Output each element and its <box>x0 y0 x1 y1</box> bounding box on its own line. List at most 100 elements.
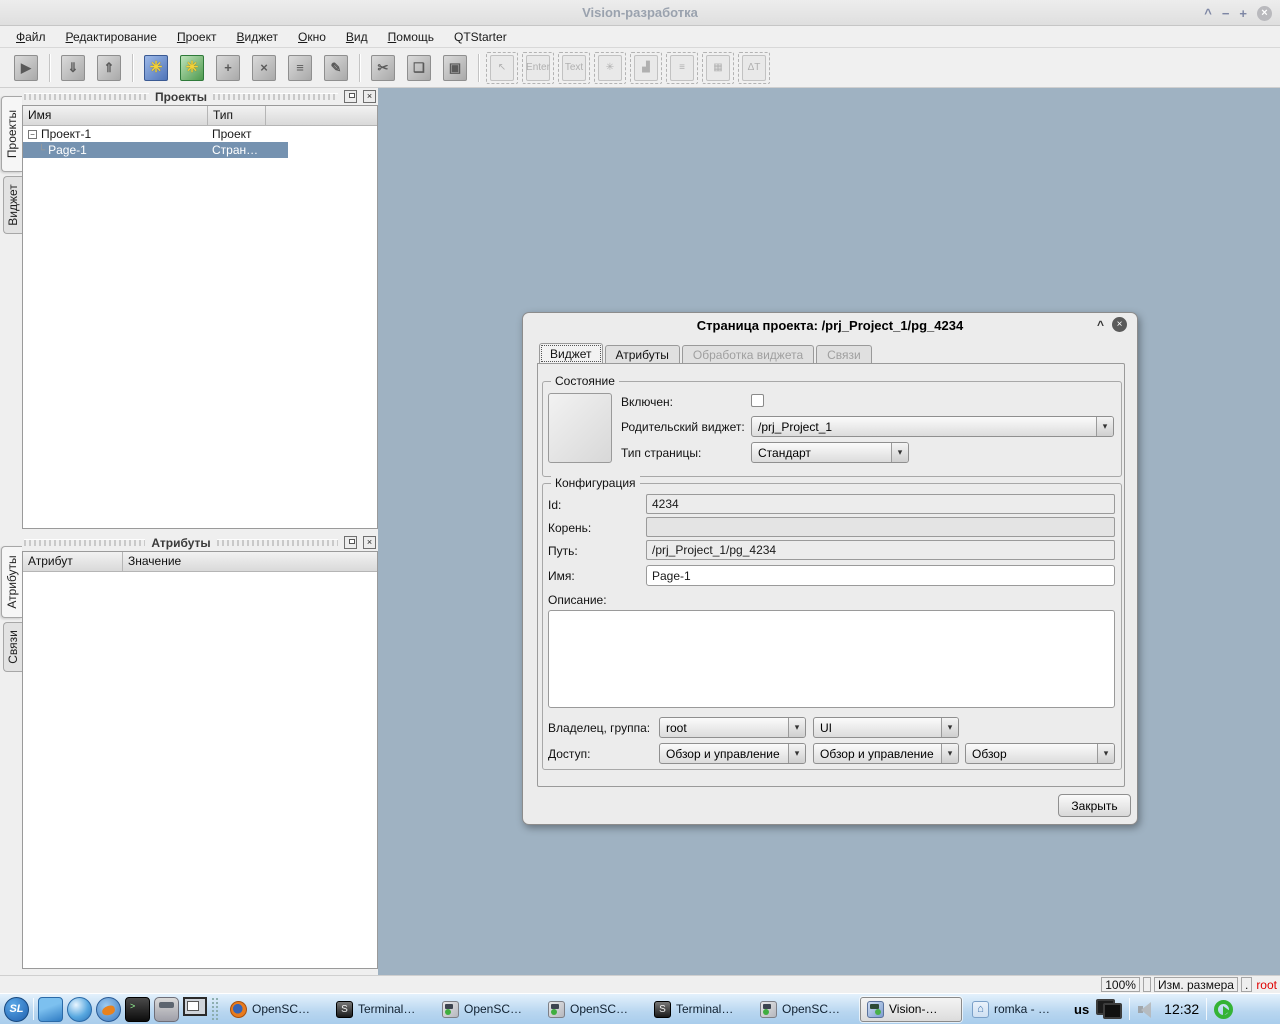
page-type-combobox[interactable]: Стандарт ▾ <box>751 442 909 463</box>
column-header-value[interactable]: Значение <box>123 552 377 571</box>
save-to-db-icon[interactable]: ⇑ <box>93 52 125 84</box>
menu-file[interactable]: Файл <box>8 28 54 46</box>
tab-links[interactable]: Связи <box>3 622 22 672</box>
chevron-down-icon[interactable]: ▾ <box>1096 417 1113 436</box>
tab-projects[interactable]: Проекты <box>1 96 22 172</box>
task-terminal-2[interactable]: S Terminal… <box>648 997 750 1022</box>
openscada-icon <box>760 1001 777 1018</box>
task-openscada-firefox[interactable]: OpenSC… <box>224 997 326 1022</box>
dock-close-icon[interactable]: × <box>363 536 376 549</box>
window-collapse-icon[interactable]: ^ <box>1204 6 1212 21</box>
dock-close-icon[interactable]: × <box>363 90 376 103</box>
start-menu-button[interactable]: SL <box>4 997 29 1022</box>
chevron-down-icon[interactable]: ▾ <box>788 718 805 737</box>
task-terminal-1[interactable]: S Terminal… <box>330 997 432 1022</box>
dialog-close-icon[interactable]: × <box>1112 317 1127 332</box>
menu-bar: Файл Редактирование Проект Виджет Окно В… <box>0 26 1280 48</box>
workspace-pager[interactable] <box>183 997 207 1016</box>
dock-float-icon[interactable] <box>344 90 357 103</box>
volume-icon[interactable] <box>1137 1000 1157 1018</box>
chevron-down-icon[interactable]: ▾ <box>788 744 805 763</box>
visual-item-properties-icon[interactable]: ≡ <box>284 52 316 84</box>
openscada-icon <box>548 1001 565 1018</box>
task-openscada-2[interactable]: OpenSC… <box>542 997 644 1022</box>
owner-combobox[interactable]: root ▾ <box>659 717 806 738</box>
projects-dock-titlebar[interactable]: Проекты × <box>22 88 378 105</box>
attributes-dock-titlebar[interactable]: Атрибуты × <box>22 534 378 551</box>
id-field: 4234 <box>646 494 1115 514</box>
delete-visual-item-icon[interactable]: × <box>248 52 280 84</box>
menu-window[interactable]: Окно <box>290 28 334 46</box>
email-client-icon[interactable] <box>96 997 121 1022</box>
chevron-down-icon[interactable]: ▾ <box>941 744 958 763</box>
status-bar: 100% Изм. размера . root <box>0 975 1280 993</box>
dock-float-icon[interactable] <box>344 536 357 549</box>
package-tool-icon[interactable] <box>154 997 179 1022</box>
keyboard-layout-indicator[interactable]: us <box>1074 1002 1089 1017</box>
task-file-manager[interactable]: ⌂ romka - … <box>966 997 1068 1022</box>
tab-attributes[interactable]: Атрибуты <box>1 546 22 618</box>
group-combobox[interactable]: UI ▾ <box>813 717 959 738</box>
menu-qtstarter[interactable]: QTStarter <box>446 28 515 46</box>
tree-item-type: Проект <box>208 127 288 141</box>
access-group-combobox[interactable]: Обзор и управление ▾ <box>813 743 959 764</box>
access-owner-combobox[interactable]: Обзор и управление ▾ <box>659 743 806 764</box>
task-openscada-3[interactable]: OpenSC… <box>754 997 856 1022</box>
close-button[interactable]: Закрыть <box>1058 794 1131 817</box>
access-other-combobox[interactable]: Обзор ▾ <box>965 743 1115 764</box>
dialog-titlebar: Страница проекта: /prj_Project_1/pg_4234… <box>523 313 1137 337</box>
tree-expander-icon[interactable]: − <box>28 130 37 139</box>
window-minimize-icon[interactable]: − <box>1222 6 1230 21</box>
protocol-elements-icon: ≡ <box>666 52 698 84</box>
column-header-attribute[interactable]: Атрибут <box>23 552 123 571</box>
tab-widget-page[interactable]: Виджет <box>539 343 603 364</box>
toolbar-separator <box>478 54 479 82</box>
copy-icon[interactable]: ❏ <box>403 52 435 84</box>
paste-icon[interactable]: ▣ <box>439 52 471 84</box>
chevron-down-icon[interactable]: ▾ <box>891 443 908 462</box>
tree-row[interactable]: − Проект-1 Проект <box>23 126 377 142</box>
menu-edit[interactable]: Редактирование <box>58 28 165 46</box>
run-project-icon[interactable]: ▶ <box>10 52 42 84</box>
menu-help[interactable]: Помощь <box>380 28 442 46</box>
new-project-icon[interactable]: ✳ <box>140 52 172 84</box>
window-maximize-icon[interactable]: + <box>1239 6 1247 21</box>
tree-row-selected[interactable]: └ Page-1 Стран… <box>23 142 288 158</box>
chevron-down-icon[interactable]: ▾ <box>941 718 958 737</box>
tab-attributes-page[interactable]: Атрибуты <box>605 345 680 364</box>
new-widget-library-icon[interactable]: ✳ <box>176 52 208 84</box>
enabled-checkbox[interactable] <box>751 394 764 407</box>
description-field[interactable] <box>548 610 1115 708</box>
clock[interactable]: 12:32 <box>1164 1001 1199 1017</box>
cut-icon[interactable]: ✂ <box>367 52 399 84</box>
text-elements-icon: Text <box>558 52 590 84</box>
load-from-db-icon[interactable]: ⇓ <box>57 52 89 84</box>
desktop: Vision-разработка ^ − + × Файл Редактиро… <box>0 0 1280 1024</box>
edit-visual-item-icon[interactable]: ✎ <box>320 52 352 84</box>
dialog-collapse-icon[interactable]: ^ <box>1097 318 1104 332</box>
name-field[interactable]: Page-1 <box>646 565 1115 586</box>
terminal-launcher-icon[interactable] <box>125 997 150 1022</box>
window-close-icon[interactable]: × <box>1257 6 1272 21</box>
tab-widget[interactable]: Виджет <box>3 176 22 234</box>
taskbar-separator <box>33 998 34 1020</box>
page-preview-button[interactable] <box>548 393 612 463</box>
column-header-name[interactable]: Имя <box>23 106 208 125</box>
taskbar-drag-handle[interactable] <box>211 997 220 1021</box>
display-settings-icon[interactable] <box>1096 998 1122 1020</box>
column-header-type[interactable]: Тип <box>208 106 266 125</box>
taskbar-separator <box>1206 998 1207 1020</box>
parent-widget-combobox[interactable]: /prj_Project_1 ▾ <box>751 416 1114 437</box>
menu-widget[interactable]: Виджет <box>228 28 286 46</box>
toolbar: ▶ ⇓ ⇑ ✳ ✳ + × ≡ ✎ ✂ ❏ ▣ ↖ Enter Text ✳ ▟… <box>0 48 1280 88</box>
menu-project[interactable]: Проект <box>169 28 225 46</box>
show-desktop-icon[interactable] <box>38 997 63 1022</box>
menu-view[interactable]: Вид <box>338 28 376 46</box>
task-vision-active[interactable]: Vision-… <box>860 997 962 1022</box>
chevron-down-icon[interactable]: ▾ <box>1097 744 1114 763</box>
task-openscada-1[interactable]: OpenSC… <box>436 997 538 1022</box>
logout-icon[interactable] <box>1214 1000 1233 1019</box>
window-titlebar: Vision-разработка ^ − + × <box>0 0 1280 26</box>
web-browser-icon[interactable] <box>67 997 92 1022</box>
add-visual-item-icon[interactable]: + <box>212 52 244 84</box>
